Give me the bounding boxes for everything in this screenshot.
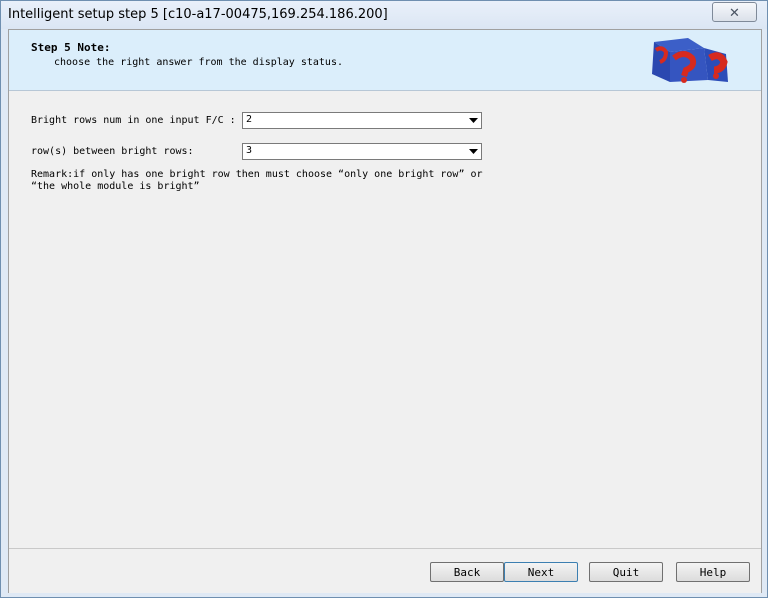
bright-rows-select[interactable]: 2 — [242, 112, 482, 129]
next-button[interactable]: Next — [504, 562, 578, 582]
setup-wizard-window: Intelligent setup step 5 [c10-a17-00475,… — [0, 0, 768, 598]
between-rows-label: row(s) between bright rows: — [31, 146, 194, 157]
between-rows-select[interactable]: 3 — [242, 143, 482, 160]
back-button[interactable]: Back — [430, 562, 504, 582]
bright-rows-value: 2 — [246, 114, 253, 125]
help-cube-icon — [652, 38, 728, 83]
note-title: Step 5 Note: — [31, 41, 111, 54]
title-bar[interactable]: Intelligent setup step 5 [c10-a17-00475,… — [1, 1, 767, 29]
remark-text: Remark:if only has one bright row then m… — [31, 169, 483, 193]
window-title: Intelligent setup step 5 [c10-a17-00475,… — [8, 7, 388, 22]
note-panel: Step 5 Note: choose the right answer fro… — [9, 30, 761, 91]
note-text: choose the right answer from the display… — [54, 57, 343, 68]
chevron-down-icon[interactable] — [466, 145, 480, 158]
client-area: Step 5 Note: choose the right answer fro… — [8, 29, 762, 593]
remark-line-2: “the whole module is bright” — [31, 181, 200, 192]
bright-rows-label: Bright rows num in one input F/C : — [31, 115, 236, 126]
remark-line-1: Remark:if only has one bright row then m… — [31, 169, 483, 180]
between-rows-value: 3 — [246, 145, 253, 156]
button-bar: Back Next Quit Help — [9, 548, 761, 593]
help-button[interactable]: Help — [676, 562, 750, 582]
close-button[interactable]: ✕ — [712, 2, 757, 22]
quit-button[interactable]: Quit — [589, 562, 663, 582]
close-icon: ✕ — [729, 4, 740, 20]
chevron-down-icon[interactable] — [466, 114, 480, 127]
